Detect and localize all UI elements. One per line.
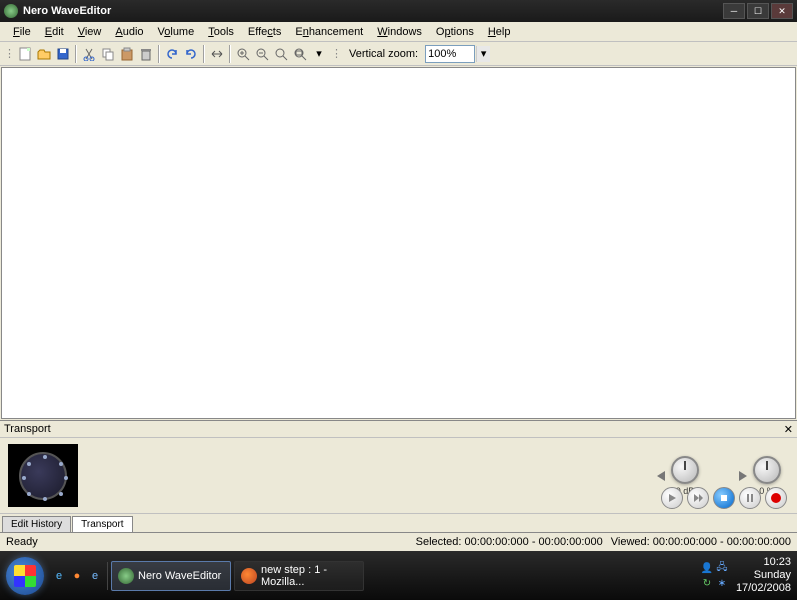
separator bbox=[75, 45, 77, 63]
close-button[interactable]: ✕ bbox=[771, 3, 793, 19]
toolbar-dropdown-icon[interactable]: ▾ bbox=[310, 45, 328, 63]
tray-date: 17/02/2008 bbox=[736, 582, 791, 595]
toolbar: ⋮ ▾ ⋮ Vertical zoom: 100% ▾ bbox=[0, 42, 797, 66]
quicklaunch-ie-icon[interactable]: e bbox=[50, 561, 68, 591]
transport-titlebar[interactable]: Transport ✕ bbox=[0, 421, 797, 438]
playback-controls bbox=[661, 487, 787, 509]
tray-network-icon[interactable]: 🖧 bbox=[715, 561, 729, 575]
menu-options[interactable]: Options bbox=[429, 24, 481, 40]
speed-knob[interactable] bbox=[753, 456, 781, 484]
tray-icons[interactable]: 👤 🖧 ↻ ∗ bbox=[700, 561, 732, 590]
pause-button[interactable] bbox=[739, 487, 761, 509]
taskbar-app-firefox[interactable]: new step : 1 - Mozilla... bbox=[234, 561, 364, 591]
taskbar-app-nero[interactable]: Nero WaveEditor bbox=[111, 561, 231, 591]
tray-time: 10:23 bbox=[736, 556, 791, 569]
nero-icon bbox=[118, 568, 134, 584]
tray-user-icon[interactable]: 👤 bbox=[700, 561, 714, 575]
zoom-value: 100% bbox=[428, 48, 456, 60]
start-button[interactable] bbox=[6, 557, 44, 595]
record-button[interactable] bbox=[765, 487, 787, 509]
zoom-in-icon[interactable] bbox=[234, 45, 252, 63]
maximize-button[interactable]: ☐ bbox=[747, 3, 769, 19]
zoom-all-icon[interactable] bbox=[291, 45, 309, 63]
app-window: Nero WaveEditor ─ ☐ ✕ File Edit View Aud… bbox=[0, 0, 797, 551]
taskbar: e ● e Nero WaveEditor new step : 1 - Moz… bbox=[0, 551, 797, 600]
stop-button[interactable] bbox=[713, 487, 735, 509]
pct-increase-icon[interactable] bbox=[739, 471, 747, 481]
zoom-out-icon[interactable] bbox=[253, 45, 271, 63]
windows-logo-icon bbox=[14, 565, 36, 587]
save-button[interactable] bbox=[54, 45, 72, 63]
separator bbox=[158, 45, 160, 63]
menu-audio[interactable]: Audio bbox=[108, 24, 150, 40]
tab-edit-history[interactable]: Edit History bbox=[2, 516, 71, 532]
app-icon bbox=[4, 4, 18, 18]
waveform-canvas[interactable] bbox=[1, 67, 796, 419]
menu-view[interactable]: View bbox=[71, 24, 109, 40]
menu-file[interactable]: File bbox=[6, 24, 38, 40]
firefox-icon bbox=[241, 568, 257, 584]
db-knob[interactable] bbox=[671, 456, 699, 484]
system-tray[interactable]: 👤 🖧 ↻ ∗ 10:23 Sunday 17/02/2008 bbox=[700, 556, 797, 595]
jog-wheel[interactable] bbox=[8, 444, 78, 507]
quicklaunch-explorer-icon[interactable]: e bbox=[86, 561, 104, 591]
transport-body: 0 dB 0 % bbox=[0, 438, 797, 513]
taskbar-app-firefox-label: new step : 1 - Mozilla... bbox=[261, 564, 357, 588]
menu-windows[interactable]: Windows bbox=[370, 24, 429, 40]
menu-help[interactable]: Help bbox=[481, 24, 518, 40]
quicklaunch-firefox-icon[interactable]: ● bbox=[68, 561, 86, 591]
statusbar: Ready Selected: 00:00:00:000 - 00:00:00:… bbox=[0, 532, 797, 551]
titlebar[interactable]: Nero WaveEditor ─ ☐ ✕ bbox=[0, 0, 797, 22]
separator bbox=[229, 45, 231, 63]
transport-title-text: Transport bbox=[4, 423, 51, 435]
status-selected: Selected: 00:00:00:000 - 00:00:00:000 bbox=[416, 536, 603, 548]
zoom-selection-icon[interactable] bbox=[272, 45, 290, 63]
menu-effects[interactable]: Effects bbox=[241, 24, 288, 40]
menu-edit[interactable]: Edit bbox=[38, 24, 71, 40]
play-button[interactable] bbox=[661, 487, 683, 509]
undo-button[interactable] bbox=[163, 45, 181, 63]
status-ready: Ready bbox=[6, 536, 416, 548]
menu-tools[interactable]: Tools bbox=[201, 24, 241, 40]
app-title: Nero WaveEditor bbox=[23, 5, 723, 17]
fit-button[interactable] bbox=[208, 45, 226, 63]
play-loop-button[interactable] bbox=[687, 487, 709, 509]
new-button[interactable] bbox=[16, 45, 34, 63]
db-decrease-icon[interactable] bbox=[657, 471, 665, 481]
delete-button[interactable] bbox=[137, 45, 155, 63]
vertical-zoom-label: Vertical zoom: bbox=[349, 48, 418, 60]
minimize-button[interactable]: ─ bbox=[723, 3, 745, 19]
zoom-dropdown-icon[interactable]: ▾ bbox=[476, 46, 490, 62]
window-controls: ─ ☐ ✕ bbox=[723, 3, 793, 19]
taskbar-separator bbox=[107, 562, 108, 590]
cut-button[interactable] bbox=[80, 45, 98, 63]
tray-refresh-icon[interactable]: ↻ bbox=[700, 576, 714, 590]
open-button[interactable] bbox=[35, 45, 53, 63]
transport-close-icon[interactable]: ✕ bbox=[784, 423, 793, 436]
tab-transport[interactable]: Transport bbox=[72, 516, 132, 532]
transport-panel: Transport ✕ bbox=[0, 420, 797, 513]
tray-bluetooth-icon[interactable]: ∗ bbox=[715, 576, 729, 590]
bottom-tabs: Edit History Transport bbox=[0, 513, 797, 532]
tray-day: Sunday bbox=[736, 569, 791, 582]
menu-enhancement[interactable]: Enhancement bbox=[288, 24, 370, 40]
paste-button[interactable] bbox=[118, 45, 136, 63]
taskbar-app-nero-label: Nero WaveEditor bbox=[138, 570, 221, 582]
status-viewed: Viewed: 00:00:00:000 - 00:00:00:000 bbox=[611, 536, 791, 548]
copy-button[interactable] bbox=[99, 45, 117, 63]
vertical-zoom-select[interactable]: 100% bbox=[425, 45, 475, 63]
tray-clock[interactable]: 10:23 Sunday 17/02/2008 bbox=[736, 556, 791, 595]
redo-button[interactable] bbox=[182, 45, 200, 63]
menubar: File Edit View Audio Volume Tools Effect… bbox=[0, 22, 797, 42]
menu-volume[interactable]: Volume bbox=[151, 24, 202, 40]
separator bbox=[203, 45, 205, 63]
